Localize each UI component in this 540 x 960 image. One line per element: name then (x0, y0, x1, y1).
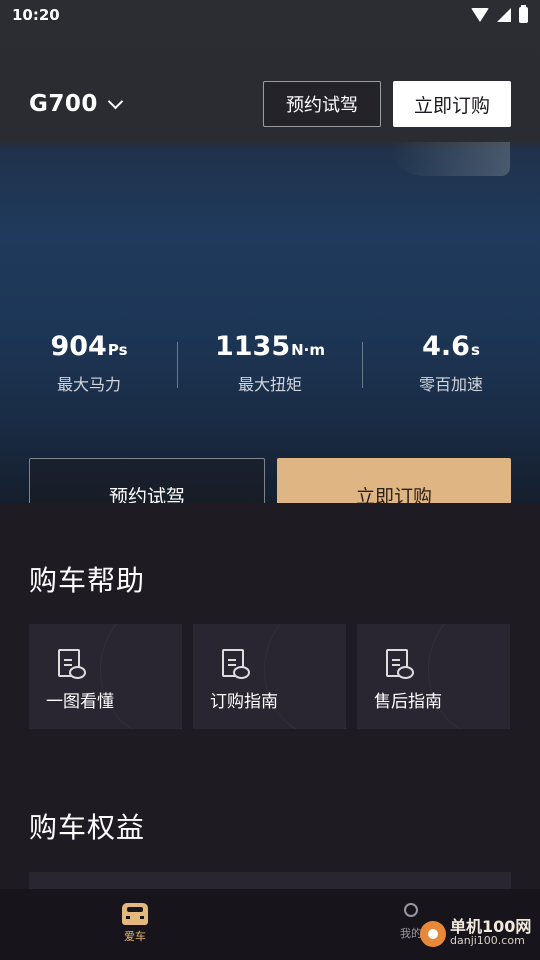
watermark: 单机100网 danji100.com (420, 917, 532, 948)
watermark-url: danji100.com (450, 934, 525, 947)
model-selector[interactable]: G700 (29, 91, 124, 117)
main-content: 购车帮助 一图看懂 订购指南 售后指南 购车权益 (0, 503, 540, 912)
spec-label: 零百加速 (418, 375, 483, 394)
signal-icon (497, 8, 511, 22)
card-label: 订购指南 (210, 692, 278, 712)
spec-label: 最大马力 (56, 375, 121, 394)
watermark-logo-icon (420, 921, 446, 947)
spec-unit: N·m (291, 341, 326, 359)
spec-unit: Ps (107, 341, 128, 359)
document-car-icon (386, 649, 414, 679)
spec-horsepower: 904Ps 最大马力 (0, 330, 178, 395)
wifi-icon (471, 8, 489, 22)
person-icon (404, 903, 418, 917)
tab-my-car[interactable]: 爱车 (109, 903, 161, 944)
vehicle-image (390, 142, 510, 176)
battery-icon (519, 5, 528, 23)
top-order-button[interactable]: 立即订购 (393, 81, 511, 127)
document-eye-icon (58, 649, 86, 679)
test-drive-button[interactable]: 预约试驾 (29, 458, 265, 505)
nav-buttons: 预约试驾 立即订购 (263, 81, 511, 127)
cta-row: 预约试驾 立即订购 (29, 458, 511, 505)
order-now-button[interactable]: 立即订购 (277, 458, 511, 505)
document-eye-icon (222, 649, 250, 679)
spec-summary: 904Ps 最大马力 1135N·m 最大扭矩 4.6s 零百加速 (0, 330, 540, 400)
status-icons (471, 5, 528, 23)
spec-divider (177, 342, 178, 388)
top-test-drive-button[interactable]: 预约试驾 (263, 81, 381, 127)
top-nav: G700 预约试驾 立即订购 (0, 78, 540, 130)
purchase-help-title: 购车帮助 (29, 564, 146, 597)
spec-value: 904 (50, 331, 107, 362)
tab-label: 爱车 (124, 930, 146, 943)
spec-label: 最大扭矩 (237, 375, 302, 394)
status-time: 10:20 (12, 6, 60, 24)
purchase-help-cards: 一图看懂 订购指南 售后指南 (29, 624, 510, 729)
watermark-title: 单机100网 (450, 917, 532, 936)
chevron-down-icon (107, 93, 124, 109)
help-card-after-sales[interactable]: 售后指南 (357, 624, 510, 729)
model-name: G700 (29, 91, 98, 117)
help-card-overview[interactable]: 一图看懂 (29, 624, 182, 729)
card-label: 一图看懂 (46, 692, 114, 712)
spec-value: 4.6 (422, 331, 470, 362)
card-label: 售后指南 (374, 692, 442, 712)
hero-banner: 10:20 G700 预约试驾 立即订购 904Ps 最大马力 1135N·m … (0, 0, 540, 505)
spec-torque: 1135N·m 最大扭矩 (178, 330, 362, 395)
help-card-order-guide[interactable]: 订购指南 (193, 624, 346, 729)
car-icon (122, 903, 148, 925)
status-bar: 10:20 (0, 0, 540, 30)
purchase-benefits-title: 购车权益 (29, 811, 146, 844)
spec-unit: s (470, 341, 480, 359)
spec-divider (362, 342, 363, 388)
spec-value: 1135 (214, 331, 291, 362)
spec-acceleration: 4.6s 零百加速 (362, 330, 540, 395)
